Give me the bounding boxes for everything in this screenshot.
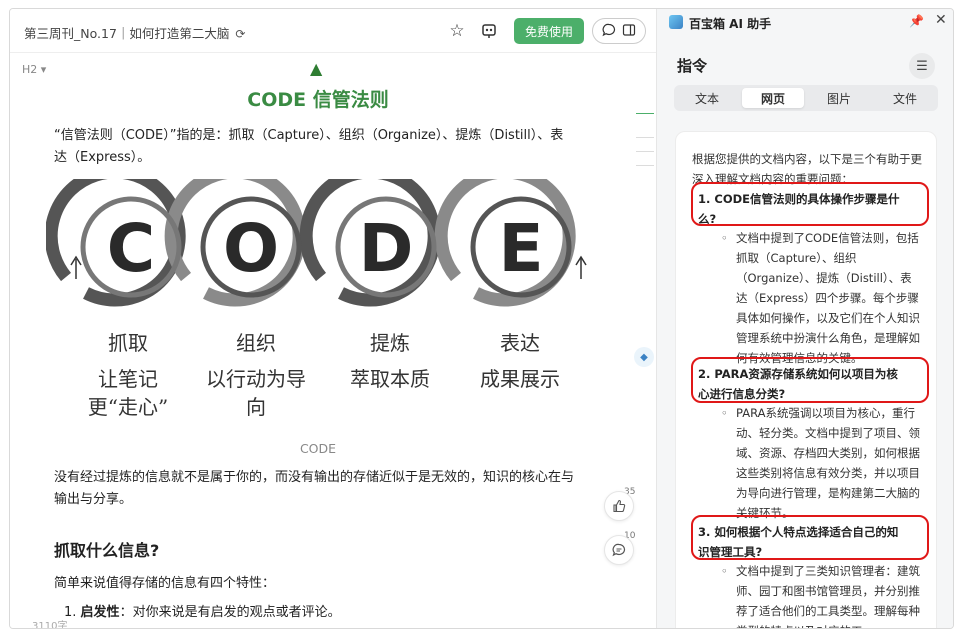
code-letter-o: O (223, 210, 279, 287)
app-window: 第三周刊_No.17｜如何打造第二大脑 ⟳ ☆ 免费使用 H2 ▾ ▲ CODE … (9, 8, 954, 629)
document-pane: 第三周刊_No.17｜如何打造第二大脑 ⟳ ☆ 免费使用 H2 ▾ ▲ CODE … (10, 9, 656, 628)
outline-marker[interactable] (636, 137, 654, 138)
panel-titlebar: 百宝箱 AI 助手 📌 ✕ (657, 9, 953, 37)
step-name-capture: 抓取 (108, 331, 148, 355)
step-desc-organize: 以行动为导向 (206, 367, 306, 419)
close-icon[interactable]: ✕ (935, 12, 947, 28)
ai-assistant-panel: 百宝箱 AI 助手 📌 ✕ 指令 ☰ 文本 网页 图片 文件 根据您提供的文档内… (656, 9, 953, 628)
step-name-organize: 组织 (236, 331, 276, 355)
code-letter-d: D (359, 210, 414, 287)
source-tabs: 文本 网页 图片 文件 (674, 85, 938, 111)
step-desc-capture: 让笔记更“走心” (87, 367, 169, 419)
tab-file[interactable]: 文件 (874, 88, 936, 108)
outline-marker[interactable] (636, 151, 654, 152)
document-title-text: 第三周刊_No.17｜如何打造第二大脑 (24, 26, 230, 41)
answer-1: 文档中提到了CODE信管法则，包括抓取（Capture）、组织（Organize… (721, 228, 922, 368)
step-desc-express: 成果展示 (480, 367, 560, 391)
document-heading: CODE 信管法则 (247, 89, 389, 111)
answer-2: PARA系统强调以项目为核心，重行动、轻分类。文档中提到了项目、领域、资源、存档… (721, 403, 922, 523)
highlight-box-2 (691, 357, 929, 403)
document-header: 第三周刊_No.17｜如何打造第二大脑 ⟳ ☆ 免费使用 (10, 9, 656, 53)
ai-assistant-float-icon[interactable]: ◆ (634, 347, 654, 367)
section-paragraph: 简单来说值得存储的信息有四个特性： (54, 576, 276, 591)
body-paragraph: 没有经过提炼的信息就不是属于你的，而没有输出的存储近似于是无效的，知识的核心在与… (54, 470, 575, 507)
chevron-down-icon: ▾ (40, 63, 47, 76)
heading-level-select[interactable]: H2 ▾ (22, 63, 46, 76)
answer-3: 文档中提到了三类知识管理者：建筑师、园丁和图书馆管理员，并分别推荐了适合他们的工… (721, 561, 922, 628)
panel-title: 百宝箱 AI 助手 (689, 17, 772, 31)
list-item-bold: 启发性 (80, 605, 120, 620)
outline-marker[interactable] (636, 165, 654, 166)
view-toggle-group (592, 18, 646, 44)
word-count: 3110字 (32, 621, 68, 629)
sidebar-toggle-icon[interactable] (622, 23, 636, 40)
code-letter-e: E (498, 210, 543, 287)
heading-level-value: H2 (22, 63, 38, 76)
tab-webpage[interactable]: 网页 (742, 88, 804, 108)
tab-image[interactable]: 图片 (808, 88, 870, 108)
list-item: 1. 启发性：对你来说是有启发的观点或者评论。 (64, 601, 341, 620)
step-name-distill: 提炼 (370, 331, 410, 355)
intro-paragraph: “信管法则（CODE）”指的是：抓取（Capture）、组织（Organize）… (54, 128, 564, 165)
image-caption: CODE (299, 441, 337, 456)
section-heading: 抓取什么信息? (54, 541, 160, 560)
step-desc-distill: 萃取本质 (350, 367, 430, 391)
document-title[interactable]: 第三周刊_No.17｜如何打造第二大脑 ⟳ (24, 23, 245, 42)
thumbs-up-icon[interactable] (604, 491, 634, 521)
tab-text[interactable]: 文本 (676, 88, 738, 108)
free-use-button[interactable]: 免费使用 (514, 18, 584, 44)
highlight-box-1 (691, 182, 929, 226)
tree-icon: ▲ (310, 59, 323, 78)
outline-marker-active[interactable] (636, 113, 654, 114)
code-diagram: C O D E (46, 179, 587, 307)
comment-icon[interactable] (604, 535, 634, 565)
highlight-box-3 (691, 515, 929, 560)
command-title: 指令 (677, 57, 708, 75)
star-icon[interactable]: ☆ (446, 20, 468, 42)
list-item-text: ：对你来说是有启发的观点或者评论。 (119, 605, 341, 620)
baibaoxiang-logo-icon (669, 15, 683, 29)
step-name-express: 表达 (500, 331, 540, 355)
menu-icon[interactable]: ☰ (909, 53, 935, 79)
sync-icon[interactable]: ⟳ (235, 27, 245, 41)
ai-robot-icon[interactable] (478, 20, 500, 42)
chat-icon[interactable] (602, 23, 616, 40)
pin-icon[interactable]: 📌 (909, 14, 924, 28)
code-letter-c: C (107, 210, 155, 287)
